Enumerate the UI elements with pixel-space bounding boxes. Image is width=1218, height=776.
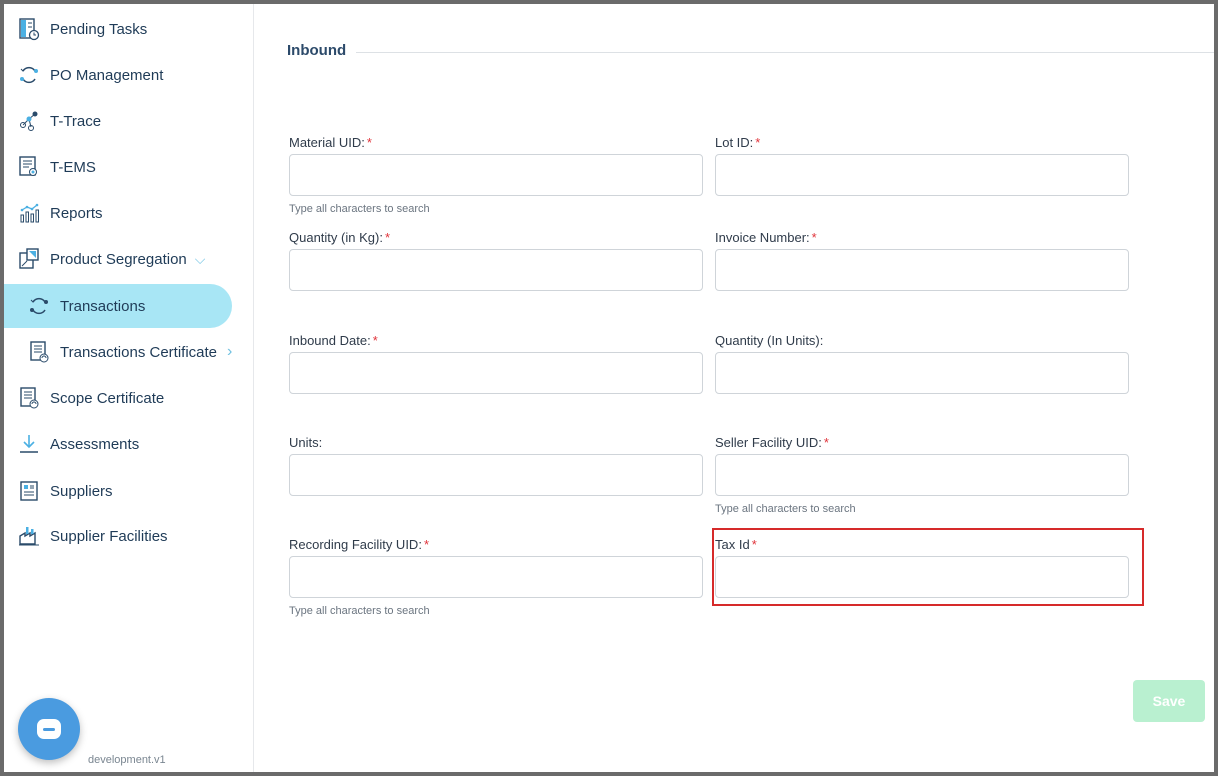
invoice-number-field: Invoice Number: * [715, 230, 1129, 291]
transactions-certificate-icon [26, 339, 52, 365]
sidebar-item-label: Transactions [60, 297, 146, 315]
t-trace-icon [16, 108, 42, 134]
invoice-number-label: Invoice Number: [715, 230, 810, 245]
inbound-date-input[interactable] [289, 352, 703, 394]
sidebar-item-product-segregation[interactable]: Product Segregation ⌵ [4, 237, 205, 281]
sidebar-item-pending-tasks[interactable]: Pending Tasks [4, 7, 147, 51]
chat-button[interactable] [18, 698, 80, 760]
seller-facility-uid-input[interactable] [715, 454, 1129, 496]
sidebar-item-transactions[interactable]: Transactions [4, 284, 232, 328]
tax-id-highlight-box [712, 528, 1144, 606]
search-hint: Type all characters to search [715, 503, 856, 515]
inbound-date-field: Inbound Date: * [289, 333, 703, 394]
sidebar-item-label: Supplier Facilities [50, 527, 168, 545]
sidebar-item-label: T-Trace [50, 112, 102, 130]
sidebar: Pending Tasks PO Management T-Trace T-EM… [4, 4, 254, 772]
material-uid-field: Material UID: * Type all characters to se… [289, 135, 703, 215]
sidebar-item-label: Reports [50, 204, 103, 222]
sidebar-item-label: T-EMS [50, 158, 96, 176]
required-mark: * [366, 135, 372, 150]
scope-certificate-icon [16, 385, 42, 411]
save-button[interactable]: Save [1133, 680, 1205, 722]
sidebar-item-transactions-certificate[interactable]: Transactions Certificate › [4, 330, 232, 374]
sidebar-item-label: Assessments [50, 435, 140, 453]
product-segregation-icon [16, 246, 42, 272]
required-mark: * [384, 230, 390, 245]
quantity-kg-label: Quantity (in Kg): [289, 230, 383, 245]
sidebar-item-scope-certificate[interactable]: Scope Certificate [4, 376, 164, 420]
main-content: Inbound Material UID: * Type all characte… [255, 4, 1214, 772]
t-ems-icon [16, 154, 42, 180]
section-title: Inbound [287, 42, 357, 59]
material-uid-label: Material UID: [289, 135, 365, 150]
inbound-date-label: Inbound Date: [289, 333, 371, 348]
download-icon [16, 431, 42, 457]
required-mark: * [811, 230, 817, 245]
quantity-kg-input[interactable] [289, 249, 703, 291]
suppliers-icon [16, 478, 42, 504]
quantity-units-input[interactable] [715, 352, 1129, 394]
quantity-units-field: Quantity (In Units): [715, 333, 1129, 394]
chevron-down-icon[interactable]: ⌵ [195, 251, 206, 268]
required-mark: * [755, 135, 761, 150]
sidebar-item-reports[interactable]: Reports [4, 191, 103, 235]
version-label: development.v1 [88, 754, 166, 766]
units-field: Units: [289, 435, 703, 496]
lot-id-input[interactable] [715, 154, 1129, 196]
required-mark: * [423, 537, 429, 552]
recording-facility-uid-label: Recording Facility UID: [289, 537, 422, 552]
lot-id-label: Lot ID: [715, 135, 754, 150]
material-uid-input[interactable] [289, 154, 703, 196]
sidebar-item-label: Pending Tasks [50, 20, 148, 38]
quantity-units-label: Quantity (In Units): [715, 333, 824, 348]
sidebar-item-suppliers[interactable]: Suppliers [4, 469, 113, 513]
reports-icon [16, 200, 42, 226]
po-management-icon [16, 62, 42, 88]
sidebar-item-label: Suppliers [50, 482, 113, 500]
pending-tasks-icon [16, 16, 42, 42]
chat-icon [37, 719, 61, 739]
units-label: Units: [289, 435, 323, 450]
search-hint: Type all characters to search [289, 605, 430, 617]
sidebar-item-t-trace[interactable]: T-Trace [4, 99, 101, 143]
sidebar-item-t-ems[interactable]: T-EMS [4, 145, 96, 189]
seller-facility-uid-field: Seller Facility UID: * Type all character… [715, 435, 1129, 515]
sidebar-item-label: Product Segregation [50, 250, 187, 268]
chevron-right-icon[interactable]: › [227, 343, 232, 361]
required-mark: * [372, 333, 378, 348]
sidebar-item-po-management[interactable]: PO Management [4, 53, 163, 97]
invoice-number-input[interactable] [715, 249, 1129, 291]
seller-facility-uid-label: Seller Facility UID: [715, 435, 822, 450]
sidebar-item-label: Scope Certificate [50, 389, 165, 407]
units-input[interactable] [289, 454, 703, 496]
search-hint: Type all characters to search [289, 203, 430, 215]
section-divider [287, 52, 1214, 53]
transactions-icon [26, 293, 52, 319]
recording-facility-uid-input[interactable] [289, 556, 703, 598]
sidebar-item-supplier-facilities[interactable]: Supplier Facilities [4, 514, 168, 558]
lot-id-field: Lot ID: * [715, 135, 1129, 196]
sidebar-item-label: PO Management [50, 66, 164, 84]
recording-facility-uid-field: Recording Facility UID: * Type all charac… [289, 537, 703, 617]
quantity-kg-field: Quantity (in Kg): * [289, 230, 703, 291]
sidebar-item-label: Transactions Certificate [60, 343, 218, 361]
sidebar-item-assessments[interactable]: Assessments [4, 422, 139, 466]
factory-icon [16, 523, 42, 549]
app-window: Pending Tasks PO Management T-Trace T-EM… [0, 0, 1218, 776]
required-mark: * [823, 435, 829, 450]
